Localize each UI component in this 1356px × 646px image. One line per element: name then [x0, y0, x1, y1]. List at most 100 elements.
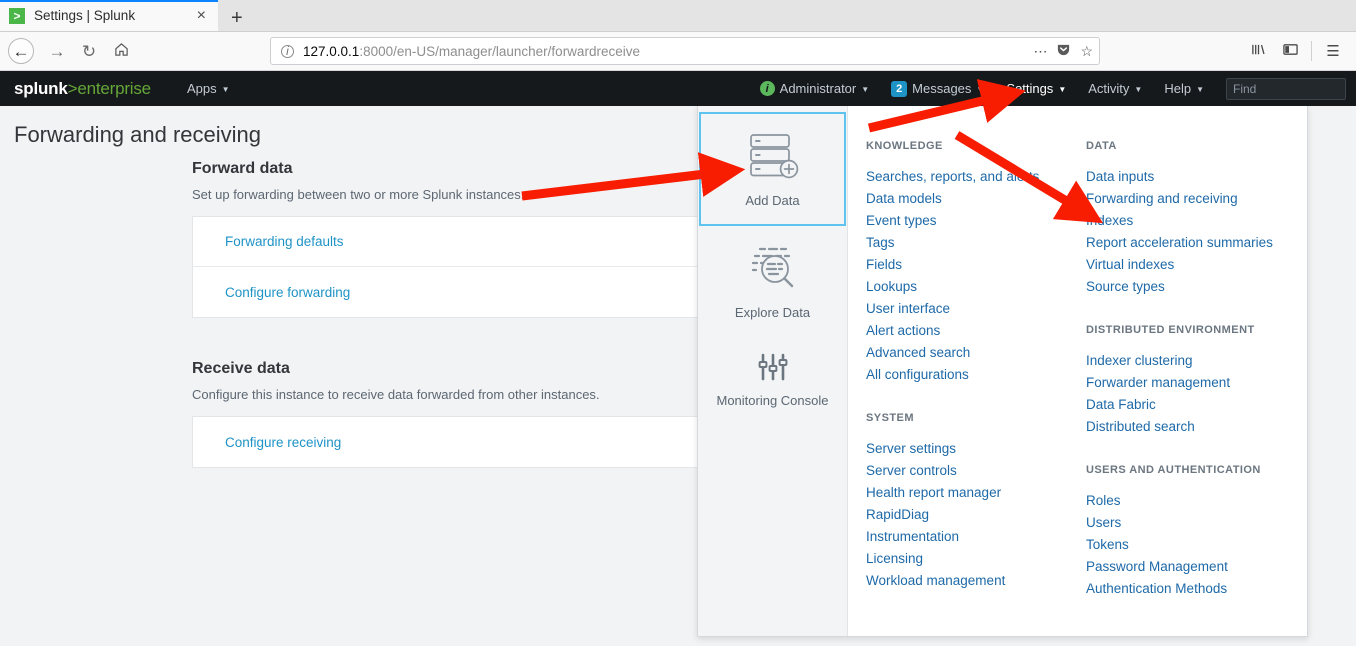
- close-icon[interactable]: ×: [191, 7, 212, 24]
- menu-item-searches-reports-alerts[interactable]: Searches, reports, and alerts: [866, 166, 1086, 188]
- menu-item-fields[interactable]: Fields: [866, 254, 1086, 276]
- menu-item-instrumentation[interactable]: Instrumentation: [866, 526, 1086, 548]
- forward-arrow-icon[interactable]: →: [41, 43, 73, 60]
- new-tab-button[interactable]: +: [218, 8, 256, 31]
- logo-chevron: >: [67, 78, 78, 98]
- header-messages-menu[interactable]: 2 Messages ▼: [891, 80, 985, 97]
- tile-label: Explore Data: [734, 305, 811, 320]
- toolbar-right-icons: ☰: [1243, 41, 1348, 61]
- group-heading: DATA: [1086, 140, 1117, 152]
- chevron-down-icon: ▼: [976, 85, 985, 94]
- chevron-down-icon: ▼: [861, 85, 870, 94]
- menu-item-indexer-clustering[interactable]: Indexer clustering: [1086, 350, 1312, 372]
- hamburger-menu-icon[interactable]: ☰: [1318, 42, 1348, 60]
- logo-splunk: splunk: [14, 78, 68, 98]
- link-configure-forwarding[interactable]: Configure forwarding: [225, 285, 350, 300]
- menu-item-virtual-indexes[interactable]: Virtual indexes: [1086, 254, 1312, 276]
- group-knowledge: KNOWLEDGE Searches, reports, and alerts …: [866, 140, 1086, 386]
- browser-chrome: > Settings | Splunk × + ← → ↻ i 127.0.0.…: [0, 0, 1356, 71]
- sidebar-icon[interactable]: [1275, 42, 1305, 61]
- menu-item-distributed-search[interactable]: Distributed search: [1086, 416, 1312, 438]
- menu-item-lookups[interactable]: Lookups: [866, 276, 1086, 298]
- apps-label: Apps: [186, 81, 217, 96]
- bookmark-star-icon[interactable]: ☆: [1080, 43, 1093, 60]
- menu-item-tags[interactable]: Tags: [866, 232, 1086, 254]
- menu-item-data-fabric[interactable]: Data Fabric: [1086, 394, 1312, 416]
- explore-data-icon: [744, 242, 802, 294]
- menu-item-event-types[interactable]: Event types: [866, 210, 1086, 232]
- help-label: Help: [1164, 81, 1192, 96]
- menu-item-alert-actions[interactable]: Alert actions: [866, 320, 1086, 342]
- header-settings-menu[interactable]: Settings ▼: [1006, 81, 1066, 96]
- home-icon[interactable]: [105, 42, 137, 60]
- menu-item-password-management[interactable]: Password Management: [1086, 556, 1312, 578]
- splunk-logo[interactable]: splunk>enterprise: [14, 79, 151, 99]
- menu-item-all-configurations[interactable]: All configurations: [866, 364, 1086, 386]
- header-apps-menu[interactable]: Apps ▼: [187, 81, 230, 96]
- menu-item-indexes[interactable]: Indexes: [1086, 210, 1312, 232]
- menu-item-user-interface[interactable]: User interface: [866, 298, 1086, 320]
- group-data: DATA Data inputs Forwarding and receivin…: [1086, 140, 1312, 298]
- menu-item-rapiddiag[interactable]: RapidDiag: [866, 504, 1086, 526]
- settings-panel-menu-columns: KNOWLEDGE Searches, reports, and alerts …: [848, 106, 1312, 636]
- group-heading: KNOWLEDGE: [866, 140, 943, 152]
- find-input[interactable]: [1233, 81, 1356, 96]
- menu-item-server-controls[interactable]: Server controls: [866, 460, 1086, 482]
- navigation-toolbar: ← → ↻ i 127.0.0.1:8000/en-US/manager/lau…: [0, 32, 1356, 71]
- group-distributed-environment: DISTRIBUTED ENVIRONMENT Indexer clusteri…: [1086, 324, 1312, 438]
- menu-item-server-settings[interactable]: Server settings: [866, 438, 1086, 460]
- library-icon[interactable]: [1243, 42, 1273, 61]
- menu-item-forwarder-management[interactable]: Forwarder management: [1086, 372, 1312, 394]
- tile-explore-data[interactable]: Explore Data: [698, 226, 847, 336]
- menu-item-tokens[interactable]: Tokens: [1086, 534, 1312, 556]
- group-heading: DISTRIBUTED ENVIRONMENT: [1086, 324, 1255, 336]
- info-icon: i: [759, 81, 775, 96]
- group-system: SYSTEM Server settings Server controls H…: [866, 412, 1086, 592]
- browser-tab[interactable]: > Settings | Splunk ×: [0, 0, 218, 31]
- reload-icon[interactable]: ↻: [73, 43, 105, 60]
- site-info-icon[interactable]: i: [281, 44, 294, 58]
- menu-item-roles[interactable]: Roles: [1086, 490, 1312, 512]
- link-configure-receiving[interactable]: Configure receiving: [225, 435, 341, 450]
- pocket-icon[interactable]: [1056, 42, 1071, 60]
- menu-item-users[interactable]: Users: [1086, 512, 1312, 534]
- url-path: :8000/en-US/manager/launcher/forwardrece…: [359, 43, 640, 59]
- settings-panel-tiles: Add Data Explore Data Monitoring Console: [698, 106, 848, 636]
- menu-item-authentication-methods[interactable]: Authentication Methods: [1086, 578, 1312, 600]
- menu-item-forwarding-and-receiving[interactable]: Forwarding and receiving: [1086, 188, 1312, 210]
- add-data-icon: [744, 130, 802, 182]
- logo-enterprise: enterprise: [77, 78, 151, 98]
- splunk-favicon-icon: >: [9, 7, 25, 24]
- messages-count-badge: 2: [891, 80, 908, 97]
- address-bar[interactable]: i 127.0.0.1:8000/en-US/manager/launcher/…: [270, 37, 1100, 65]
- tile-label: Monitoring Console: [716, 393, 829, 408]
- toolbar-divider: [1311, 41, 1312, 61]
- menu-item-health-report-manager[interactable]: Health report manager: [866, 482, 1086, 504]
- tab-strip: > Settings | Splunk × +: [0, 0, 1356, 32]
- menu-item-report-acceleration-summaries[interactable]: Report acceleration summaries: [1086, 232, 1312, 254]
- menu-item-workload-management[interactable]: Workload management: [866, 570, 1086, 592]
- monitoring-console-icon: [756, 352, 790, 382]
- link-forwarding-defaults[interactable]: Forwarding defaults: [225, 234, 344, 249]
- header-help-menu[interactable]: Help ▼: [1164, 81, 1204, 96]
- menu-item-advanced-search[interactable]: Advanced search: [866, 342, 1086, 364]
- tile-monitoring-console[interactable]: Monitoring Console: [698, 336, 847, 424]
- chevron-down-icon: ▼: [1196, 85, 1204, 94]
- url-text: 127.0.0.1:8000/en-US/manager/launcher/fo…: [303, 44, 1024, 59]
- menu-item-data-inputs[interactable]: Data inputs: [1086, 166, 1312, 188]
- group-heading: SYSTEM: [866, 412, 914, 424]
- tile-label: Add Data: [745, 193, 800, 208]
- header-administrator-menu[interactable]: i Administrator ▼: [759, 81, 870, 96]
- page-actions-icon[interactable]: ⋯: [1033, 43, 1047, 60]
- header-activity-menu[interactable]: Activity ▼: [1088, 81, 1142, 96]
- splunk-app-header: splunk>enterprise Apps ▼ i Administrator…: [0, 71, 1356, 106]
- menu-item-data-models[interactable]: Data models: [866, 188, 1086, 210]
- settings-dropdown-panel: Add Data Explore Data Monitoring Console…: [697, 106, 1308, 637]
- tile-add-data[interactable]: Add Data: [699, 112, 846, 226]
- chevron-down-icon: ▼: [221, 85, 230, 94]
- back-arrow-icon[interactable]: ←: [8, 38, 34, 64]
- menu-item-source-types[interactable]: Source types: [1086, 276, 1312, 298]
- tab-title: Settings | Splunk: [34, 8, 136, 23]
- menu-item-licensing[interactable]: Licensing: [866, 548, 1086, 570]
- find-search-box[interactable]: [1226, 77, 1356, 100]
